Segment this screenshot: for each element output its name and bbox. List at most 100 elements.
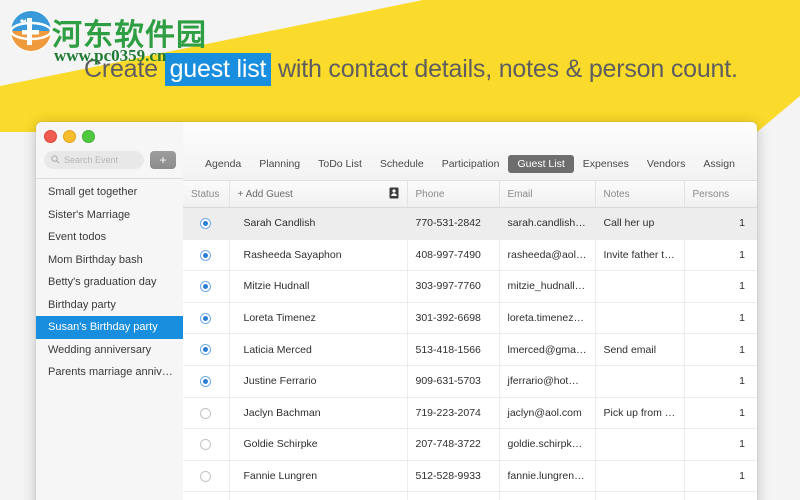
radio-unchecked-icon[interactable] — [200, 439, 212, 451]
cell-notes[interactable] — [595, 428, 685, 461]
cell-phone[interactable]: 909-631-5703 — [407, 365, 500, 398]
cell-email[interactable]: jaclyn@aol.com — [499, 397, 596, 430]
table-row[interactable]: Diane Devreese816-329-5565diane@cox.net 1 — [183, 491, 757, 500]
status-radio-cell[interactable] — [183, 397, 230, 430]
cell-email[interactable]: diane@cox.net — [499, 491, 596, 500]
cell-phone[interactable]: 301-392-6698 — [407, 302, 500, 335]
cell-phone[interactable]: 513-418-1566 — [407, 333, 500, 366]
sidebar-item-birthday-party[interactable]: Birthday party — [36, 294, 183, 317]
table-row[interactable]: Goldie Schirpke 207-748-3722 goldie.schirp… — [183, 428, 757, 461]
sidebar-item-mom-birthday-bash[interactable]: Mom Birthday bash — [36, 249, 183, 272]
cell-guest-name[interactable]: Justine Ferrario — [229, 365, 408, 398]
cell-notes[interactable] — [595, 460, 685, 493]
tab-planning[interactable]: Planning — [250, 155, 309, 173]
contact-card-icon[interactable] — [389, 187, 399, 202]
table-row[interactable]: Rasheeda Sayaphon 408-997-7490 rasheeda@ao… — [183, 239, 757, 272]
cell-persons[interactable]: 1 — [684, 397, 757, 430]
cell-guest-name[interactable]: Fannie Lungren — [229, 460, 408, 493]
table-row[interactable]: Justine Ferrario 909-631-5703 jferrario@ho… — [183, 365, 757, 398]
cell-phone[interactable]: 770-531-2842 — [407, 207, 500, 240]
table-row[interactable]: Fannie Lungren 512-528-9933 fannie.lungren… — [183, 460, 757, 493]
sidebar-item-bettys-graduation-day[interactable]: Betty's graduation day — [36, 271, 183, 294]
radio-unchecked-icon[interactable] — [200, 407, 212, 419]
cell-email[interactable]: goldie.schirpke… — [499, 428, 596, 461]
table-row[interactable]: Loreta Timenez 301-392-6698 loreta.timenez… — [183, 302, 757, 335]
tab-guest-list[interactable]: Guest List — [508, 155, 574, 173]
cell-guest-name[interactable]: Loreta Timenez — [229, 302, 408, 335]
tab-agenda[interactable]: Agenda — [196, 155, 250, 173]
radio-checked-icon[interactable] — [200, 312, 212, 324]
cell-persons[interactable]: 1 — [684, 333, 757, 366]
cell-notes[interactable] — [595, 302, 685, 335]
radio-unchecked-icon[interactable] — [200, 470, 212, 482]
radio-checked-icon[interactable] — [200, 249, 212, 261]
minimize-button-icon[interactable] — [63, 130, 76, 143]
tab-todo-list[interactable]: ToDo List — [309, 155, 371, 173]
cell-guest-name[interactable]: Jaclyn Bachman — [229, 397, 408, 430]
cell-notes[interactable]: Pick up from air… — [595, 397, 685, 430]
radio-checked-icon[interactable] — [200, 218, 212, 230]
cell-notes[interactable] — [595, 270, 685, 303]
column-header-persons[interactable]: Persons — [684, 181, 757, 208]
zoom-button-icon[interactable] — [82, 130, 95, 143]
sidebar-item-wedding-anniversary[interactable]: Wedding anniversary — [36, 339, 183, 362]
sidebar-item-event-todos[interactable]: Event todos — [36, 226, 183, 249]
status-radio-cell[interactable] — [183, 207, 230, 240]
close-button-icon[interactable] — [44, 130, 57, 143]
cell-email[interactable]: rasheeda@aol.c… — [499, 239, 596, 272]
tab-vendors[interactable]: Vendors — [638, 155, 695, 173]
add-event-button[interactable]: + — [150, 151, 176, 169]
sidebar-item-parents-marriage-anniversary[interactable]: Parents marriage anniver… — [36, 361, 183, 384]
cell-email[interactable]: loreta.timenez@… — [499, 302, 596, 335]
sidebar-item-small-get-together[interactable]: Small get together — [36, 181, 183, 204]
column-header-status[interactable]: Status — [183, 181, 230, 208]
cell-phone[interactable]: 512-528-9933 — [407, 460, 500, 493]
search-input[interactable] — [64, 155, 137, 165]
table-row[interactable]: Mitzie Hudnall 303-997-7760 mitzie_hudnall… — [183, 270, 757, 303]
radio-checked-icon[interactable] — [200, 281, 212, 293]
sidebar-item-susans-birthday-party[interactable]: Susan's Birthday party — [36, 316, 183, 339]
status-radio-cell[interactable] — [183, 491, 230, 500]
status-radio-cell[interactable] — [183, 333, 230, 366]
cell-notes[interactable] — [595, 491, 685, 500]
search-box[interactable] — [44, 151, 144, 169]
cell-notes[interactable]: Send email — [595, 333, 685, 366]
cell-email[interactable]: sarah.candlish@… — [499, 207, 596, 240]
cell-email[interactable]: jferrario@hotma… — [499, 365, 596, 398]
cell-guest-name[interactable]: Goldie Schirpke — [229, 428, 408, 461]
cell-phone[interactable]: 816-329-5565 — [407, 491, 500, 500]
status-radio-cell[interactable] — [183, 302, 230, 335]
cell-guest-name[interactable]: Rasheeda Sayaphon — [229, 239, 408, 272]
cell-phone[interactable]: 207-748-3722 — [407, 428, 500, 461]
cell-guest-name[interactable]: Mitzie Hudnall — [229, 270, 408, 303]
cell-persons[interactable]: 1 — [684, 491, 757, 500]
cell-notes[interactable]: Invite father too — [595, 239, 685, 272]
column-header-email[interactable]: Email — [499, 181, 596, 208]
radio-checked-icon[interactable] — [200, 375, 212, 387]
status-radio-cell[interactable] — [183, 239, 230, 272]
cell-persons[interactable]: 1 — [684, 207, 757, 240]
cell-guest-name[interactable]: Laticia Merced — [229, 333, 408, 366]
cell-email[interactable]: lmerced@gmail.… — [499, 333, 596, 366]
cell-notes[interactable] — [595, 365, 685, 398]
table-row[interactable]: Sarah Candlish 770-531-2842 sarah.candlish… — [183, 207, 757, 240]
cell-persons[interactable]: 1 — [684, 270, 757, 303]
cell-guest-name[interactable]: Diane Devreese — [229, 491, 408, 500]
cell-notes[interactable]: Call her up — [595, 207, 685, 240]
cell-persons[interactable]: 1 — [684, 460, 757, 493]
cell-email[interactable]: fannie.lungren@… — [499, 460, 596, 493]
sidebar-item-sisters-marriage[interactable]: Sister's Marriage — [36, 204, 183, 227]
tab-schedule[interactable]: Schedule — [371, 155, 433, 173]
column-header-add-guest[interactable]: + Add Guest — [229, 181, 408, 208]
cell-phone[interactable]: 303-997-7760 — [407, 270, 500, 303]
tab-participation[interactable]: Participation — [433, 155, 509, 173]
cell-phone[interactable]: 408-997-7490 — [407, 239, 500, 272]
cell-guest-name[interactable]: Sarah Candlish — [229, 207, 408, 240]
cell-persons[interactable]: 1 — [684, 302, 757, 335]
cell-persons[interactable]: 1 — [684, 239, 757, 272]
table-row[interactable]: Laticia Merced 513-418-1566 lmerced@gmail.… — [183, 333, 757, 366]
status-radio-cell[interactable] — [183, 460, 230, 493]
cell-persons[interactable]: 1 — [684, 428, 757, 461]
tab-assign[interactable]: Assign — [694, 155, 744, 173]
column-header-notes[interactable]: Notes — [595, 181, 685, 208]
